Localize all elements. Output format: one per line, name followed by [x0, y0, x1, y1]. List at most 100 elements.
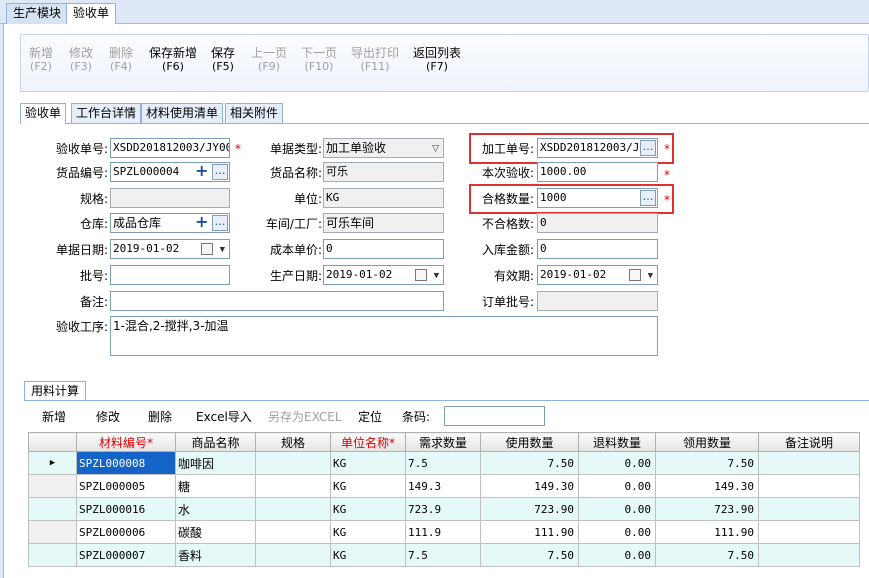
- batch-field[interactable]: [110, 265, 230, 285]
- grid-add-button[interactable]: 新增: [42, 409, 66, 425]
- cell-issue-qty[interactable]: 7.50: [655, 451, 759, 475]
- cell-material-code[interactable]: SPZL000016: [76, 497, 176, 521]
- cell-material-code[interactable]: SPZL000007: [76, 543, 176, 567]
- cell-remark[interactable]: [758, 451, 860, 475]
- cell-used-qty[interactable]: 111.90: [480, 520, 579, 544]
- cell-goods-name[interactable]: 碳酸: [175, 520, 256, 544]
- cell-goods-name[interactable]: 咖啡因: [175, 451, 256, 475]
- col-header-material-code[interactable]: 材料编号*: [76, 432, 176, 452]
- process-field[interactable]: 1-混合,2-搅拌,3-加温: [110, 316, 658, 356]
- remark-field[interactable]: [110, 291, 444, 311]
- work-order-lookup-button[interactable]: …: [640, 140, 656, 156]
- cell-demand-qty[interactable]: 723.9: [405, 497, 481, 521]
- col-header-issue-qty[interactable]: 领用数量: [655, 432, 759, 452]
- col-header-used-qty[interactable]: 使用数量: [480, 432, 579, 452]
- cell-remark[interactable]: [758, 474, 860, 498]
- col-header-unit[interactable]: 单位名称*: [330, 432, 406, 452]
- cell-return-qty[interactable]: 0.00: [578, 497, 656, 521]
- chevron-down-icon[interactable]: ▼: [434, 267, 439, 284]
- cell-issue-qty[interactable]: 149.30: [655, 474, 759, 498]
- warehouse-lookup-button[interactable]: …: [212, 215, 228, 231]
- tab-acceptance-form[interactable]: 验收单: [20, 103, 67, 124]
- table-row[interactable]: SPZL000005 糖 KG 149.3 149.30 0.00 149.30: [28, 474, 860, 498]
- tab-material-calc[interactable]: 用料计算: [24, 381, 87, 401]
- grid-delete-button[interactable]: 删除: [148, 409, 172, 425]
- qualified-lookup-button[interactable]: …: [640, 190, 656, 206]
- grid-edit-button[interactable]: 修改: [96, 409, 120, 425]
- cell-unit[interactable]: KG: [330, 543, 406, 567]
- chevron-down-icon[interactable]: ▼: [220, 241, 225, 258]
- col-header-demand-qty[interactable]: 需求数量: [405, 432, 481, 452]
- save-button[interactable]: 保存 (F5): [211, 47, 235, 74]
- col-header-return-qty[interactable]: 退料数量: [578, 432, 656, 452]
- save-new-button[interactable]: 保存新增 (F6): [149, 47, 197, 74]
- excel-import-button[interactable]: Excel导入: [196, 409, 252, 425]
- add-warehouse-icon[interactable]: +: [195, 213, 208, 231]
- cell-spec[interactable]: [255, 451, 331, 475]
- prod-date-field[interactable]: 2019-01-02 ▼: [323, 265, 444, 285]
- cell-spec[interactable]: [255, 520, 331, 544]
- save-excel-button[interactable]: 另存为EXCEL: [268, 409, 342, 425]
- table-row[interactable]: SPZL000006 碳酸 KG 111.9 111.90 0.00 111.9…: [28, 520, 860, 544]
- tab-workbench-details[interactable]: 工作台详情: [71, 103, 142, 123]
- tab-production-module[interactable]: 生产模块: [6, 3, 69, 24]
- edit-button[interactable]: 修改 (F3): [69, 47, 93, 74]
- cell-spec[interactable]: [255, 543, 331, 567]
- new-button[interactable]: 新增 (F2): [29, 47, 53, 74]
- expire-field[interactable]: 2019-01-02 ▼: [537, 265, 658, 285]
- cell-demand-qty[interactable]: 7.5: [405, 451, 481, 475]
- col-header-spec[interactable]: 规格: [255, 432, 331, 452]
- cell-goods-name[interactable]: 香料: [175, 543, 256, 567]
- cell-unit[interactable]: KG: [330, 497, 406, 521]
- cell-goods-name[interactable]: 糖: [175, 474, 256, 498]
- col-header-remark[interactable]: 备注说明: [758, 432, 860, 452]
- tab-attachments[interactable]: 相关附件: [225, 103, 284, 123]
- cell-issue-qty[interactable]: 723.90: [655, 497, 759, 521]
- cell-return-qty[interactable]: 0.00: [578, 520, 656, 544]
- cell-goods-name[interactable]: 水: [175, 497, 256, 521]
- cell-demand-qty[interactable]: 111.9: [405, 520, 481, 544]
- this-accept-field[interactable]: 1000.00: [537, 162, 658, 182]
- cell-demand-qty[interactable]: 7.5: [405, 543, 481, 567]
- goods-lookup-button[interactable]: …: [212, 164, 228, 180]
- cell-return-qty[interactable]: 0.00: [578, 474, 656, 498]
- export-print-button[interactable]: 导出打印 (F11): [351, 47, 399, 74]
- cell-used-qty[interactable]: 7.50: [480, 451, 579, 475]
- table-row[interactable]: ▶ SPZL000008 咖啡因 KG 7.5 7.50 0.00 7.50: [28, 451, 860, 475]
- locate-button[interactable]: 定位: [358, 409, 382, 425]
- table-row[interactable]: SPZL000007 香料 KG 7.5 7.50 0.00 7.50: [28, 543, 860, 567]
- cell-demand-qty[interactable]: 149.3: [405, 474, 481, 498]
- doc-no-field[interactable]: XSDD201812003/JY001: [110, 138, 230, 158]
- delete-button[interactable]: 删除 (F4): [109, 47, 133, 74]
- cell-remark[interactable]: [758, 497, 860, 521]
- cell-material-code[interactable]: SPZL000005: [76, 474, 176, 498]
- cell-spec[interactable]: [255, 474, 331, 498]
- cell-remark[interactable]: [758, 543, 860, 567]
- doc-date-field[interactable]: 2019-01-02 ▼: [110, 239, 230, 259]
- cell-unit[interactable]: KG: [330, 520, 406, 544]
- cell-used-qty[interactable]: 7.50: [480, 543, 579, 567]
- cost-price-field[interactable]: 0: [323, 239, 444, 259]
- cell-unit[interactable]: KG: [330, 474, 406, 498]
- cell-material-code[interactable]: SPZL000008: [76, 451, 176, 475]
- tab-acceptance[interactable]: 验收单: [66, 3, 117, 25]
- next-page-button[interactable]: 下一页 (F10): [301, 47, 337, 74]
- cell-material-code[interactable]: SPZL000006: [76, 520, 176, 544]
- cell-remark[interactable]: [758, 520, 860, 544]
- back-to-list-button[interactable]: 返回列表 (F7): [413, 47, 461, 74]
- calendar-icon[interactable]: [201, 243, 213, 255]
- cell-issue-qty[interactable]: 111.90: [655, 520, 759, 544]
- cell-used-qty[interactable]: 149.30: [480, 474, 579, 498]
- col-header-goods-name[interactable]: 商品名称: [175, 432, 256, 452]
- cell-used-qty[interactable]: 723.90: [480, 497, 579, 521]
- cell-unit[interactable]: KG: [330, 451, 406, 475]
- tab-material-usage[interactable]: 材料使用清单: [141, 103, 224, 123]
- table-row[interactable]: SPZL000016 水 KG 723.9 723.90 0.00 723.90: [28, 497, 860, 521]
- chevron-down-icon[interactable]: ▼: [648, 267, 653, 284]
- cell-return-qty[interactable]: 0.00: [578, 451, 656, 475]
- doc-type-select[interactable]: 加工单验收 ▽: [323, 138, 444, 158]
- cell-return-qty[interactable]: 0.00: [578, 543, 656, 567]
- add-goods-icon[interactable]: +: [195, 162, 208, 180]
- cell-spec[interactable]: [255, 497, 331, 521]
- prev-page-button[interactable]: 上一页 (F9): [251, 47, 287, 74]
